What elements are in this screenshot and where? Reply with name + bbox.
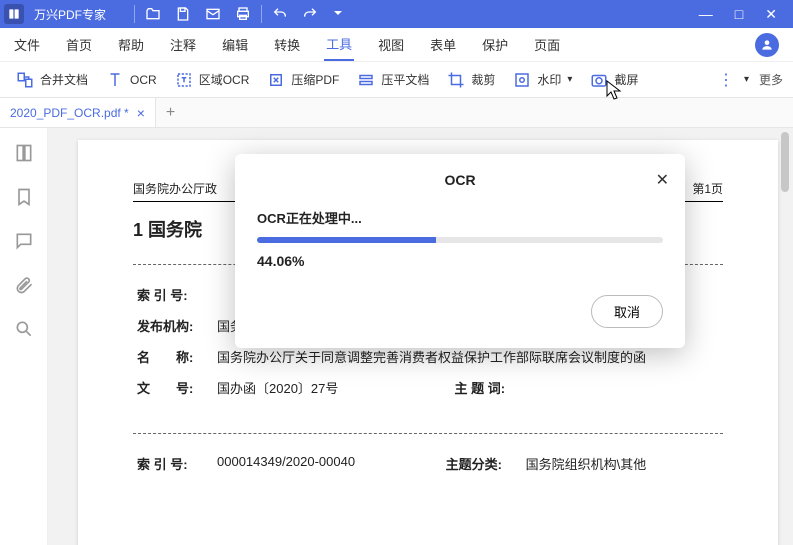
dialog-close-icon[interactable]: ✕ bbox=[656, 170, 669, 190]
dialog-title: OCR bbox=[257, 172, 663, 188]
modal-backdrop: OCR ✕ OCR正在处理中... 44.06% 取消 bbox=[0, 0, 793, 545]
progress-fill bbox=[257, 237, 436, 243]
ocr-progress-dialog: OCR ✕ OCR正在处理中... 44.06% 取消 bbox=[235, 154, 685, 348]
cancel-button[interactable]: 取消 bbox=[591, 295, 663, 328]
progress-percent: 44.06% bbox=[257, 253, 663, 269]
dialog-status: OCR正在处理中... bbox=[257, 208, 663, 227]
progress-bar bbox=[257, 237, 663, 243]
